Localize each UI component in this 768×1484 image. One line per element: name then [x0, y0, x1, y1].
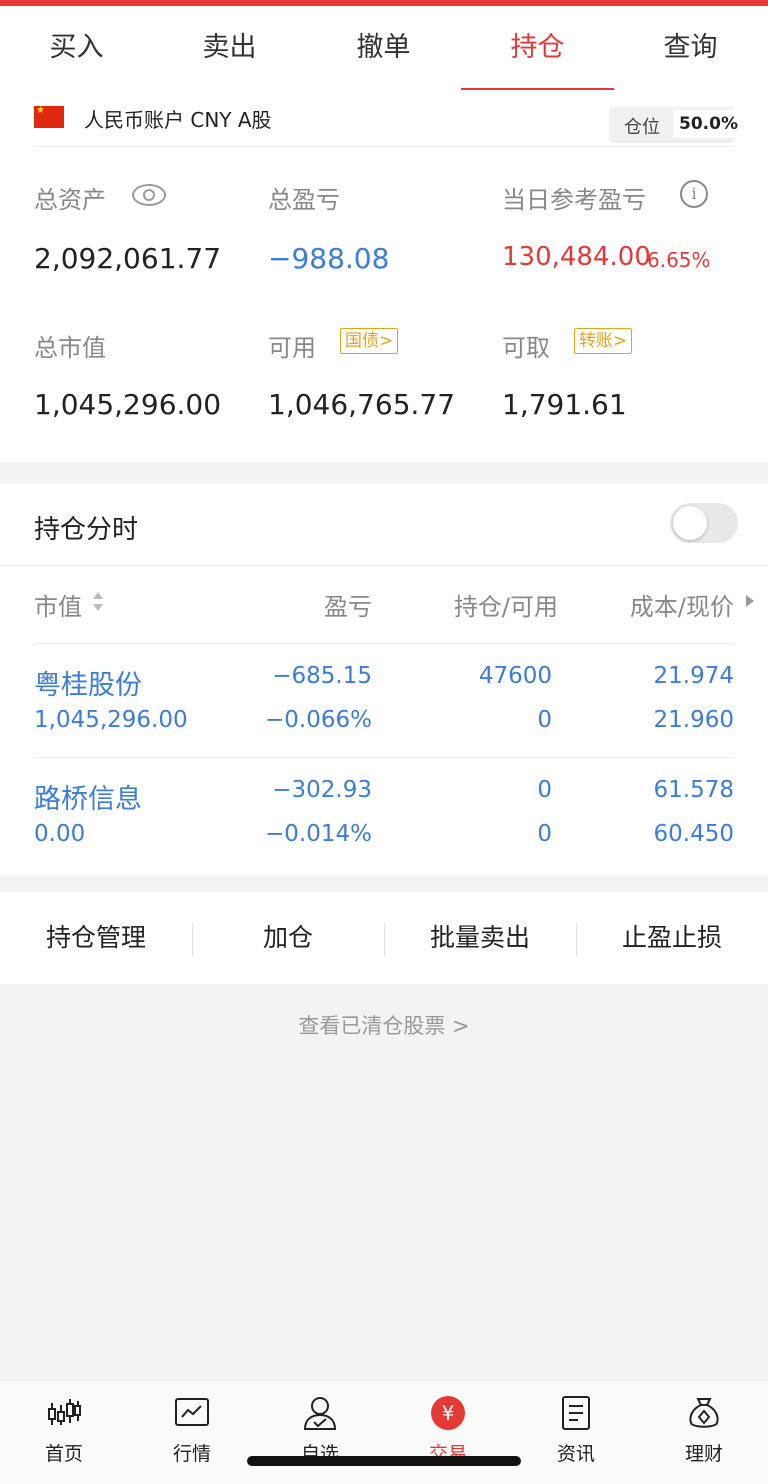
stock-pl: −302.93: [272, 777, 372, 803]
bottom-navigation: 首页 行情 自选 ¥ 交易 资讯 理财: [0, 1380, 768, 1484]
holding-row[interactable]: 粤桂股份 1,045,296.00 −685.15 −0.066% 47600 …: [0, 643, 768, 757]
total-pl-value: −988.08: [268, 242, 390, 275]
manage-holdings-button[interactable]: 持仓管理: [0, 892, 192, 984]
divider: [0, 565, 768, 566]
daily-pl-percent: 6.65%: [647, 248, 711, 272]
stock-market-value: 0.00: [34, 821, 86, 847]
yuan-icon: ¥: [431, 1396, 465, 1430]
column-header-pl: 盈亏: [324, 593, 372, 621]
tab-query[interactable]: 查询: [614, 6, 767, 90]
stock-available: 0: [537, 707, 552, 733]
stock-market-value: 1,045,296.00: [34, 707, 188, 733]
nav-watchlist[interactable]: 自选: [256, 1381, 384, 1484]
market-value: 1,045,296.00: [34, 388, 222, 421]
nav-label: 资讯: [556, 1443, 595, 1465]
user-check-icon: [303, 1397, 337, 1430]
document-icon: [562, 1396, 590, 1430]
nav-label: 理财: [684, 1443, 723, 1465]
nav-label: 首页: [44, 1443, 83, 1465]
tab-cancel-order[interactable]: 撤单: [307, 6, 460, 90]
tab-positions[interactable]: 持仓: [461, 6, 614, 90]
chart-icon: [175, 1398, 209, 1426]
batch-sell-button[interactable]: 批量卖出: [384, 892, 576, 984]
transfer-button[interactable]: 转账>: [574, 328, 633, 354]
withdrawable-label: 可取: [502, 334, 550, 362]
view-cleared-stocks-link[interactable]: 查看已清仓股票 >: [0, 1010, 768, 1040]
holdings-intraday-title: 持仓分时: [34, 515, 139, 545]
account-summary: ★ 人民币账户 CNY A股 仓位 50.0% 总资产 总盈亏 当日参考盈亏 i…: [0, 90, 768, 462]
candlestick-icon: [48, 1399, 81, 1425]
nav-trade[interactable]: ¥ 交易: [384, 1381, 512, 1484]
divider: [34, 146, 734, 147]
add-position-button[interactable]: 加仓: [192, 892, 384, 984]
stock-name[interactable]: 路桥信息: [34, 777, 142, 816]
column-header-qty-available: 持仓/可用: [453, 593, 558, 621]
position-ratio-badge: 仓位 50.0%: [610, 107, 744, 141]
stock-pl-percent: −0.014%: [265, 821, 372, 847]
tab-sell[interactable]: 卖出: [153, 6, 306, 90]
stock-cost: 21.974: [653, 663, 734, 689]
column-header-market-value[interactable]: 市值: [34, 587, 82, 622]
market-value-label: 总市值: [34, 334, 106, 362]
total-assets-value: 2,092,061.77: [34, 242, 222, 275]
nav-label: 行情: [172, 1443, 211, 1465]
stock-cost: 61.578: [653, 777, 734, 803]
treasury-bond-button[interactable]: 国债>: [340, 328, 399, 354]
stock-name[interactable]: 粤桂股份: [34, 663, 142, 702]
stock-pl: −685.15: [272, 663, 372, 689]
stock-price: 21.960: [653, 707, 734, 733]
position-ratio-label: 仓位: [624, 117, 660, 138]
holding-row[interactable]: 路桥信息 0.00 −302.93 −0.014% 0 0 61.578 60.…: [0, 757, 768, 871]
money-bag-icon: [689, 1398, 719, 1428]
china-flag-icon: ★: [34, 105, 64, 128]
daily-pl-label: 当日参考盈亏: [502, 186, 646, 214]
eye-icon[interactable]: [132, 184, 166, 206]
nav-news[interactable]: 资讯: [512, 1381, 640, 1484]
trade-tabs: 买入 卖出 撤单 持仓 查询: [0, 6, 768, 91]
info-icon[interactable]: i: [680, 180, 708, 208]
available-value: 1,046,765.77: [268, 388, 456, 421]
tab-buy[interactable]: 买入: [0, 6, 153, 90]
total-assets-label: 总资产: [34, 186, 106, 214]
account-name: 人民币账户 CNY A股: [84, 108, 272, 132]
take-profit-stop-loss-button[interactable]: 止盈止损: [576, 892, 768, 984]
account-selector[interactable]: ★ 人民币账户 CNY A股 仓位 50.0%: [0, 90, 768, 146]
nav-home[interactable]: 首页: [0, 1381, 128, 1484]
stock-pl-percent: −0.066%: [265, 707, 372, 733]
holding-actions-bar: 持仓管理 加仓 批量卖出 止盈止损: [0, 892, 768, 984]
stock-quantity: 47600: [478, 663, 552, 689]
total-pl-label: 总盈亏: [268, 186, 340, 214]
nav-wealth[interactable]: 理财: [640, 1381, 768, 1484]
holdings-intraday-toggle[interactable]: [670, 503, 738, 543]
stock-quantity: 0: [537, 777, 552, 803]
available-label: 可用: [268, 334, 316, 362]
position-ratio-value: 50.0%: [673, 110, 744, 138]
stock-price: 60.450: [653, 821, 734, 847]
stock-available: 0: [537, 821, 552, 847]
more-columns-arrow-icon[interactable]: [746, 595, 754, 607]
sort-icon[interactable]: [93, 592, 103, 614]
withdrawable-value: 1,791.61: [502, 388, 627, 421]
column-header-cost-price: 成本/现价: [629, 593, 734, 621]
daily-pl-value: 130,484.00: [502, 242, 651, 272]
nav-market[interactable]: 行情: [128, 1381, 256, 1484]
home-indicator: [247, 1456, 521, 1466]
holdings-section: 持仓分时 市值 盈亏 持仓/可用 成本/现价 粤桂股份 1,045,296.00…: [0, 483, 768, 875]
svg-text:¥: ¥: [442, 1401, 455, 1425]
